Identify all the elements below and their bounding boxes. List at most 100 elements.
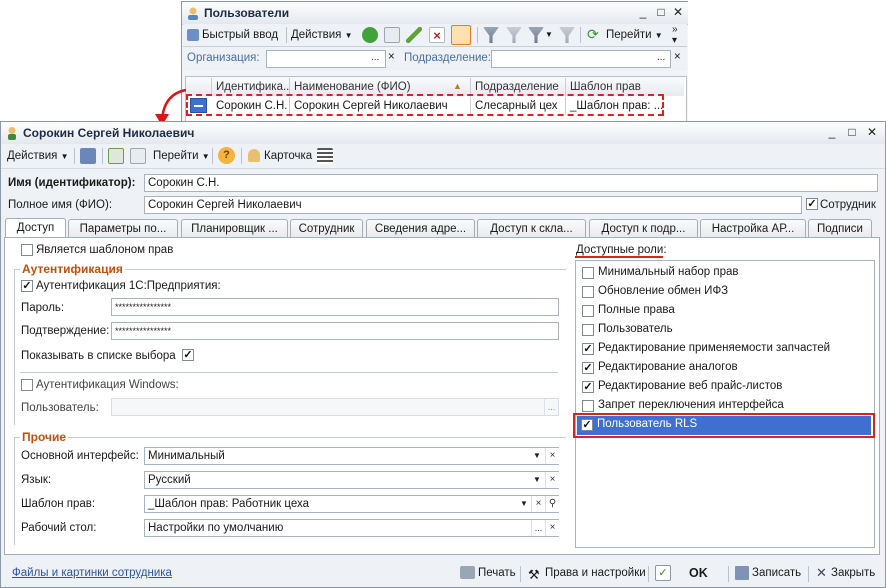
delete-icon[interactable]: ×: [429, 27, 445, 43]
copy-icon[interactable]: [130, 148, 146, 164]
password-input[interactable]: ****************: [111, 298, 559, 316]
filter-list-icon[interactable]: [528, 27, 544, 43]
organization-select-button[interactable]: ...: [371, 52, 379, 63]
role-label: Пользователь: [598, 323, 673, 335]
chevron-down-icon[interactable]: ▼: [531, 472, 543, 488]
quick-input-icon: [187, 29, 199, 41]
tab-access[interactable]: Доступ: [5, 218, 66, 239]
template-clear-button[interactable]: ×: [531, 496, 545, 512]
add-icon[interactable]: [362, 27, 378, 43]
other-group-title: Прочие: [20, 430, 69, 444]
maximize-icon[interactable]: □: [654, 5, 668, 19]
department-clear-button[interactable]: ×: [674, 51, 681, 63]
role-checkbox[interactable]: ✓: [582, 343, 594, 355]
save-button[interactable]: Записать: [735, 563, 801, 583]
list-item[interactable]: Пользователь: [580, 321, 870, 340]
organization-filter-input[interactable]: [266, 50, 386, 68]
list-item[interactable]: Обновление обмен ИФЗ: [580, 283, 870, 302]
help-icon[interactable]: ?: [218, 147, 235, 164]
save-and-close-icon[interactable]: [80, 148, 96, 164]
desktop-select[interactable]: Настройки по умолчанию: [144, 519, 559, 537]
chevron-down-icon[interactable]: ▼: [531, 448, 543, 464]
tab-warehouse-access[interactable]: Доступ к скла...: [477, 219, 586, 238]
fullname-input[interactable]: Сорокин Сергей Николаевич: [144, 196, 802, 214]
reread-icon[interactable]: [108, 148, 124, 164]
copy-icon[interactable]: [384, 27, 400, 43]
close-button[interactable]: ✕ Закрыть: [816, 563, 875, 583]
chevron-down-icon[interactable]: ▼: [518, 496, 530, 512]
template-select[interactable]: _Шаблон прав: Работник цеха: [144, 495, 559, 513]
language-select[interactable]: Русский: [144, 471, 559, 489]
window-edge: [688, 1, 692, 123]
print-button[interactable]: Печать: [460, 563, 516, 583]
list-icon[interactable]: [317, 148, 333, 164]
goto-label: Перейти: [153, 150, 199, 162]
role-checkbox[interactable]: [582, 286, 594, 298]
desktop-select-button[interactable]: ...: [531, 520, 545, 536]
minimize-icon[interactable]: _: [825, 125, 839, 139]
confirm-input[interactable]: ****************: [111, 322, 559, 340]
tab-signatures[interactable]: Подписи: [808, 219, 872, 238]
template-label: Шаблон прав:: [21, 498, 96, 510]
organization-clear-button[interactable]: ×: [388, 51, 395, 63]
rights-settings-button[interactable]: ⚒ Права и настройки: [528, 563, 646, 583]
tab-employee[interactable]: Сотрудник: [290, 219, 363, 238]
actions-menu-button[interactable]: Действия ▼: [7, 146, 69, 166]
minimize-icon[interactable]: _: [636, 5, 650, 19]
ok-button[interactable]: OK: [689, 563, 708, 583]
main-interface-label: Основной интерфейс:: [21, 450, 139, 462]
more-commands-icon[interactable]: » ▾: [672, 24, 678, 46]
tab-scheduler[interactable]: Планировщик ...: [181, 219, 288, 238]
role-checkbox[interactable]: ✓: [582, 381, 594, 393]
list-item[interactable]: ✓ Редактирование применяемости запчастей: [580, 340, 870, 359]
auth-group-title: Аутентификация: [20, 262, 125, 276]
list-item[interactable]: ✓ Редактирование аналогов: [580, 359, 870, 378]
windows-user-select-button[interactable]: ...: [544, 399, 558, 415]
clear-filter-icon[interactable]: [559, 27, 575, 43]
files-link[interactable]: Файлы и картинки сотрудника: [12, 567, 172, 579]
department-select-button[interactable]: ...: [657, 52, 665, 63]
quick-input-button[interactable]: Быстрый ввод: [187, 25, 278, 45]
name-input[interactable]: Сорокин С.Н.: [144, 174, 878, 192]
filter-by-value-icon[interactable]: [506, 27, 522, 43]
tab-address-info[interactable]: Сведения адре...: [366, 219, 475, 238]
main-interface-clear-button[interactable]: ×: [545, 448, 559, 464]
actions-menu-button[interactable]: Действия ▼: [291, 25, 353, 45]
department-filter-input[interactable]: [491, 50, 671, 68]
role-checkbox[interactable]: [582, 400, 594, 412]
tab-ar-settings[interactable]: Настройка АР...: [700, 219, 806, 238]
role-checkbox[interactable]: [582, 267, 594, 279]
chevron-down-icon[interactable]: ▼: [545, 30, 553, 39]
auth-1c-checkbox[interactable]: ✓: [21, 280, 33, 292]
goto-menu-button[interactable]: Перейти ▼: [606, 25, 663, 45]
maximize-icon[interactable]: □: [845, 125, 859, 139]
tab-department-access[interactable]: Доступ к подр...: [589, 219, 698, 238]
language-clear-button[interactable]: ×: [545, 472, 559, 488]
goto-menu-button[interactable]: Перейти ▼: [153, 146, 210, 166]
refresh-icon[interactable]: ⟳: [587, 26, 599, 43]
list-item[interactable]: Полные права: [580, 302, 870, 321]
edit-icon[interactable]: [406, 27, 422, 43]
role-checkbox[interactable]: [582, 324, 594, 336]
mark-deleted-icon[interactable]: [451, 25, 471, 45]
employee-checkbox[interactable]: ✓: [806, 198, 818, 210]
close-icon[interactable]: ✕: [671, 5, 685, 19]
desktop-clear-button[interactable]: ×: [545, 520, 559, 536]
list-item[interactable]: Минимальный набор прав: [580, 264, 870, 283]
search-icon[interactable]: ⚲: [545, 496, 559, 512]
password-label: Пароль:: [21, 302, 65, 314]
close-icon[interactable]: ✕: [865, 125, 879, 139]
windows-user-input[interactable]: [111, 398, 559, 416]
auth-1c-label: Аутентификация 1С:Предприятия:: [36, 280, 221, 292]
tab-parameters[interactable]: Параметры по...: [68, 219, 178, 238]
windows-auth-checkbox[interactable]: [21, 379, 33, 391]
card-button[interactable]: Карточка: [248, 146, 312, 166]
filter-icon[interactable]: [483, 27, 499, 43]
main-interface-select[interactable]: Минимальный: [144, 447, 559, 465]
is-template-checkbox[interactable]: [21, 244, 33, 256]
show-in-list-checkbox[interactable]: ✓: [182, 349, 194, 361]
list-item[interactable]: ✓ Редактирование веб прайс-листов: [580, 378, 870, 397]
toolbar-separator: [241, 148, 242, 164]
role-checkbox[interactable]: [582, 305, 594, 317]
role-checkbox[interactable]: ✓: [582, 362, 594, 374]
